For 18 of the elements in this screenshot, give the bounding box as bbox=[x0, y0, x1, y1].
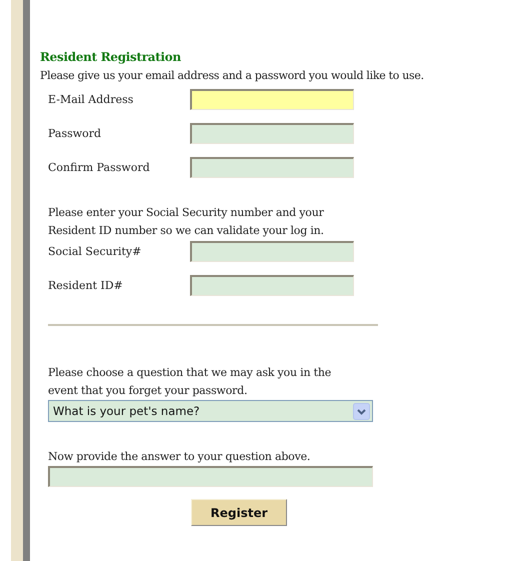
input-field[interactable] bbox=[190, 241, 354, 262]
field-label: Password bbox=[48, 127, 102, 140]
input-field[interactable] bbox=[190, 157, 354, 178]
instruction-text: Please enter your Social Security number and your Resident ID number so we can validate your log in. bbox=[47, 205, 325, 239]
field-label: Social Security# bbox=[48, 245, 142, 258]
answer-field[interactable] bbox=[48, 466, 373, 487]
form-heading: Resident Registration bbox=[40, 50, 182, 64]
input-field[interactable] bbox=[190, 89, 354, 110]
question-dropdown[interactable]: What is your pet's name? bbox=[48, 400, 373, 422]
intro-text: Please give us your email address and a password you would like to use. bbox=[40, 69, 424, 82]
field-label: Confirm Password bbox=[48, 161, 151, 174]
field-label: Resident ID# bbox=[48, 279, 124, 292]
instruction-text: Now provide the answer to your question above. bbox=[47, 449, 312, 465]
instruction-text: Please choose a question that we may ask you in the event that you forget your password. bbox=[47, 365, 332, 399]
field-label: E-Mail Address bbox=[48, 93, 134, 106]
input-field[interactable] bbox=[190, 275, 354, 296]
input-field[interactable] bbox=[190, 123, 354, 144]
register-button[interactable]: Register bbox=[191, 499, 287, 526]
